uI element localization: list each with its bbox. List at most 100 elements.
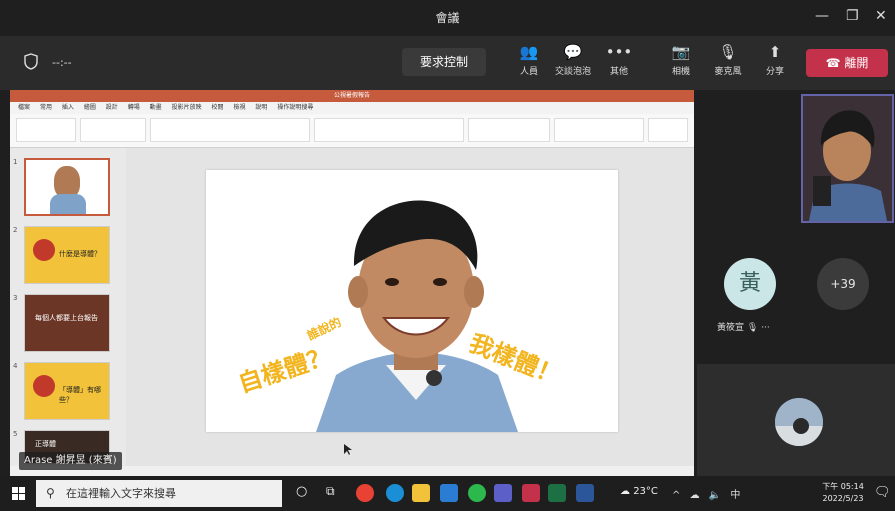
more-label: 其他	[609, 67, 628, 77]
taskbar-clock[interactable]: 下午 05:14 2022/5/23	[818, 481, 868, 505]
windows-start-icon[interactable]	[12, 487, 25, 500]
ppt-menu-item[interactable]: 常用	[40, 102, 52, 114]
ppt-menu-item[interactable]: 校閱	[212, 102, 224, 114]
slide-number: 2	[13, 226, 18, 234]
ribbon-group-font[interactable]	[150, 118, 310, 142]
ppt-menu-item[interactable]: 繪圖	[84, 102, 96, 114]
ime-indicator[interactable]: 中	[730, 490, 743, 501]
system-tray[interactable]: ^ ☁ 🔈 中	[672, 486, 743, 501]
ppt-title-bar: 公視暑假報告	[10, 90, 694, 102]
ribbon-group-editing[interactable]	[554, 118, 644, 142]
shield-icon[interactable]	[24, 53, 38, 70]
participant-avatar[interactable]: 黃	[724, 258, 776, 310]
slide-editor-canvas: 誰說的 自樣體？ 我樣體！	[126, 148, 694, 466]
chat-label: 交談泡泡	[554, 67, 591, 77]
close-button[interactable]: ✕	[875, 8, 887, 24]
more-participants-button[interactable]: +39	[817, 258, 869, 310]
camera-button[interactable]: 📷 相機	[658, 42, 704, 77]
slide-thumbnail[interactable]: 什麼是導體？	[24, 226, 110, 284]
ribbon-group-clipboard[interactable]	[16, 118, 76, 142]
word-icon[interactable]	[576, 484, 594, 502]
ppt-menu-item[interactable]: 操作說明搜尋	[277, 102, 313, 114]
thumb-shirt	[50, 194, 86, 214]
slide-thumbnail[interactable]: 每個人都要上台報告	[24, 294, 110, 352]
windows-taskbar: ⚲ 在這裡輸入文字來搜尋 ○ ⧉ ☁ 23°C ^ ☁ 🔈 中 下午 05:14…	[0, 476, 895, 511]
participant-name-text: 黃筱宣	[717, 323, 745, 333]
meeting-toolbar: --:-- 要求控制 👥 人員 💬 交談泡泡 ••• 其他 📷 相機 🎙 麥克風…	[0, 36, 895, 90]
onenote-icon[interactable]	[522, 484, 540, 502]
leave-button[interactable]: ☎ 離開	[806, 49, 888, 77]
task-view-icon[interactable]: ⧉	[326, 484, 335, 499]
ribbon-group-paragraph[interactable]	[314, 118, 464, 142]
ppt-menu-item[interactable]: 檢視	[233, 102, 245, 114]
ribbon-group-designer[interactable]	[648, 118, 688, 142]
taskbar-search-box[interactable]: ⚲ 在這裡輸入文字來搜尋	[36, 480, 282, 507]
thumb-shape	[33, 239, 55, 261]
ppt-menu-item[interactable]: 轉場	[128, 102, 140, 114]
title-bar: 會議 — ❐ ✕	[0, 0, 895, 36]
network-icon[interactable]: ☁	[690, 490, 703, 501]
people-button[interactable]: 👥 人員	[506, 42, 552, 77]
slide-number: 3	[13, 294, 18, 302]
ppt-menu-item[interactable]: 插入	[62, 102, 74, 114]
window-title: 會議	[435, 11, 460, 25]
ribbon-group-slides[interactable]	[80, 118, 146, 142]
mic-button[interactable]: 🎙 麥克風	[705, 42, 751, 77]
phone-icon: ☎	[825, 56, 845, 70]
slide-thumbnail[interactable]	[24, 158, 110, 216]
slide-number: 5	[13, 430, 18, 438]
chrome-icon[interactable]	[356, 484, 374, 502]
chat-button[interactable]: 💬 交談泡泡	[550, 42, 596, 77]
weather-widget[interactable]: ☁ 23°C	[620, 486, 658, 497]
participant-avatar-photo[interactable]	[775, 398, 823, 446]
more-button[interactable]: ••• 其他	[596, 42, 642, 77]
more-icon: •••	[605, 43, 633, 61]
camera-off-icon: 📷	[671, 43, 691, 61]
mic-off-icon: 🎙	[718, 43, 738, 61]
weather-temp: 23°C	[633, 486, 658, 497]
thumb-text: 正導體	[35, 440, 56, 448]
search-icon: ⚲	[46, 486, 55, 500]
avatar-photo	[775, 398, 823, 446]
ppt-menu-item[interactable]: 檔案	[18, 102, 30, 114]
people-label: 人員	[519, 67, 538, 77]
volume-icon[interactable]: 🔈	[709, 490, 724, 501]
file-explorer-icon[interactable]	[412, 484, 430, 502]
line-icon[interactable]	[468, 484, 486, 502]
clock-time: 下午 05:14	[822, 482, 864, 491]
share-button[interactable]: ⬆ 分享	[752, 42, 798, 77]
leave-label: 離開	[844, 56, 869, 70]
presenter-name-tag: Arase 謝昇昱 (來賓)	[19, 452, 122, 470]
thumb-text: 每個人都要上台報告	[35, 314, 98, 322]
ppt-menu-item[interactable]: 動畫	[150, 102, 162, 114]
teams-icon[interactable]	[494, 484, 512, 502]
ppt-menu-item[interactable]: 說明	[255, 102, 267, 114]
mic-off-icon: 🎙	[746, 323, 762, 333]
notification-icon[interactable]: 🗨	[874, 485, 891, 500]
cortana-icon[interactable]: ○	[296, 484, 307, 499]
request-control-button[interactable]: 要求控制	[402, 48, 486, 76]
ribbon-group-drawing[interactable]	[468, 118, 550, 142]
presenter-portrait	[206, 170, 618, 432]
participant-more-icon[interactable]: ···	[761, 323, 770, 333]
self-video[interactable]	[801, 94, 894, 223]
maximize-button[interactable]: ❐	[846, 8, 859, 24]
edge-icon[interactable]	[386, 484, 404, 502]
ppt-menu-bar: 檔案 常用 插入 繪圖 設計 轉場 動畫 投影片放映 校閱 檢視 說明 操作說明…	[10, 102, 694, 114]
cloud-icon: ☁	[620, 486, 634, 497]
ppt-menu-item[interactable]: 設計	[106, 102, 118, 114]
slide-number: 4	[13, 362, 18, 370]
participant-name: 黃筱宣 🎙 ···	[717, 320, 797, 333]
ppt-document-title: 公視暑假報告	[333, 92, 370, 99]
ppt-menu-item[interactable]: 投影片放映	[172, 102, 202, 114]
chevron-up-icon[interactable]: ^	[672, 490, 683, 501]
camera-label: 相機	[671, 67, 690, 77]
current-slide[interactable]: 誰說的 自樣體？ 我樣體！	[206, 170, 618, 432]
clock-date: 2022/5/23	[822, 494, 864, 503]
minimize-button[interactable]: —	[815, 8, 829, 24]
excel-icon[interactable]	[548, 484, 566, 502]
slide-thumbnail[interactable]: 「導體」有哪些？	[24, 362, 110, 420]
mail-icon[interactable]	[440, 484, 458, 502]
chat-icon: 💬	[563, 43, 583, 61]
search-placeholder: 在這裡輸入文字來搜尋	[66, 487, 176, 500]
